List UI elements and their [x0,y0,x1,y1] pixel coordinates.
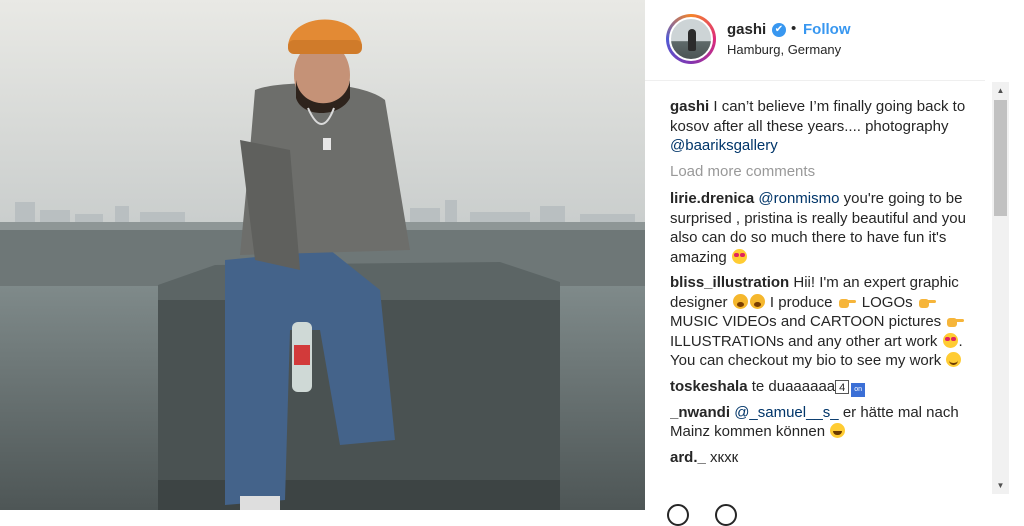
comment-text: MUSIC VIDEOs and CARTOON pictures [670,313,942,330]
fearful-emoji-icon [732,293,748,309]
comment-mention[interactable]: @ronmismo [758,190,839,207]
pointing-hand-emoji-icon [947,315,965,327]
username-link[interactable]: gashi [727,21,766,38]
pointing-hand-emoji-icon [918,296,936,308]
comment-mention[interactable]: @_samuel__s_ [734,404,838,421]
caption-username[interactable]: gashi [670,98,709,115]
story-ring[interactable] [666,14,716,64]
scroll-down-arrow-icon[interactable]: ▼ [992,477,1009,494]
post-photo[interactable] [0,0,645,510]
caption-mention[interactable]: @baariksgallery [670,137,778,154]
comment-item: bliss_illustration Hii! I'm an expert gr… [670,273,988,371]
comment-username[interactable]: _nwandi [670,404,730,421]
location-link[interactable]: Hamburg, Germany [727,42,841,57]
follow-button[interactable]: Follow [803,21,851,38]
comment-text: LOGOs [861,293,913,311]
load-more-comments-button[interactable]: Load more comments [670,162,988,182]
photo-illustration [0,0,645,510]
comment-item: toskeshala te duaaaaaa 4 on [670,377,988,397]
verified-badge-icon: ✔ [772,23,786,37]
post-sidebar: gashi ✔ • Follow Hamburg, Germany gashi … [645,0,1024,526]
comment-text: te duaaaaaa [751,377,836,395]
scrollbar-thumb[interactable] [994,100,1007,216]
comment-item: ard._ хкхк [670,448,988,468]
comment-item: _nwandi @_samuel__s_ er hätte mal nach M… [670,403,988,442]
comment-bubble-icon[interactable] [715,504,737,526]
caption-text: I can’t believe I’m finally going back t… [670,98,966,135]
comment-username[interactable]: toskeshala [670,378,748,395]
comment-item: lirie.drenica @ronmismo you're going to … [670,189,988,267]
comments-list[interactable]: gashi I can’t believe I’m finally going … [670,97,988,497]
comment-text: I produce [769,293,833,311]
separator-dot: • [791,20,797,37]
avatar-figure [688,29,696,51]
comment-username[interactable]: ard._ [670,449,706,466]
smile-emoji-icon [946,352,962,367]
comment-username[interactable]: bliss_illustration [670,274,789,291]
keycap-four-emoji-icon: 4 [835,379,850,394]
comment-text: хкхк [710,448,739,466]
comment-username[interactable]: lirie.drenica [670,190,754,207]
caption: gashi I can’t believe I’m finally going … [670,97,988,156]
heart-eyes-emoji-icon [942,332,958,348]
avatar[interactable] [669,17,713,61]
comment-text: ILLUSTRATIONs and any other art work [670,332,938,350]
comments-scrollbar[interactable]: ▲ ▼ [992,82,1009,494]
scroll-up-arrow-icon[interactable]: ▲ [992,82,1009,99]
post-header: gashi ✔ • Follow Hamburg, Germany [645,0,985,81]
pointing-hand-emoji-icon [838,296,856,308]
like-heart-icon[interactable] [667,504,689,526]
on-arrow-emoji-icon: on [851,382,866,397]
grinning-sweat-emoji-icon [830,423,846,438]
heart-eyes-emoji-icon [731,248,747,264]
fearful-emoji-icon [749,293,765,309]
